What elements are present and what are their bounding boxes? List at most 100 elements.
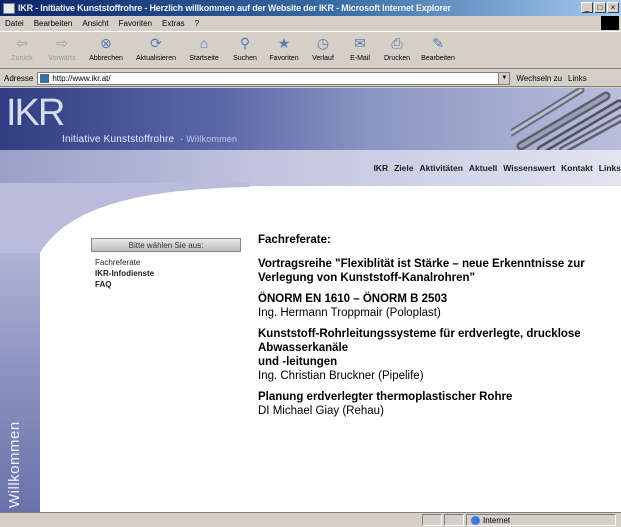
site-logo[interactable]: IKR (6, 92, 65, 135)
menu-ansicht[interactable]: Ansicht (77, 19, 113, 28)
vertical-heading-text: Willkommen (6, 421, 23, 508)
tagline-text: Initiative Kunststoffrohre (62, 134, 175, 145)
history-icon: ◷ (316, 34, 330, 51)
selection-menu-items: Fachreferate IKR-Infodienste FAQ (91, 252, 241, 290)
top-navigation: IKR Ziele Aktivitäten Aktuell Wissenswer… (373, 163, 621, 173)
status-bar: Internet (0, 512, 621, 527)
nav-ikr[interactable]: IKR (373, 163, 388, 173)
lecture-speaker: DI Michael Giay (Rehau) (258, 405, 384, 417)
vertical-heading: Willkommen (4, 400, 24, 510)
standard-toolbar: ⇦ Zurück ⇨ Vorwärts ⊗ Abbrechen ⟳ Aktualisieren… (0, 31, 621, 69)
toolbar-button-vorwärts[interactable]: ⇨ Vorwärts (42, 32, 82, 68)
address-label: Adresse (4, 73, 34, 83)
toolbar-button-label: Favoriten (269, 55, 299, 62)
refresh-icon: ⟳ (150, 34, 162, 51)
toolbar-button-label: Zurück (11, 55, 33, 62)
status-cell (444, 514, 464, 526)
toolbar-button-label: Bearbeiten (421, 55, 455, 62)
home-icon: ⌂ (199, 35, 209, 51)
toolbar-button-label: E-Mail (350, 55, 370, 62)
menu-extras[interactable]: Extras (157, 19, 190, 28)
lecture-block: Kunststoff-Rohrleitungssysteme für erdve… (258, 327, 618, 383)
selection-menu-item[interactable]: IKR-Infodienste (91, 268, 241, 279)
lecture-title: Planung erdverlegter thermoplastischer R… (258, 391, 513, 403)
status-cell (422, 514, 442, 526)
nav-aktuell[interactable]: Aktuell (469, 163, 497, 173)
toolbar-button-bearbeiten[interactable]: ✎ Bearbeiten (416, 32, 460, 68)
site-banner: IKR Initiative Kunststoffrohre - Willkomm… (0, 88, 621, 150)
lecture-title: ÖNORM EN 1610 – ÖNORM B 2503 (258, 293, 448, 305)
toolbar-button-label: Aktualisieren (135, 55, 177, 62)
search-icon: ⚲ (239, 34, 251, 51)
nav-kontakt[interactable]: Kontakt (561, 163, 593, 173)
lecture-speaker: Ing. Hermann Troppmair (Poloplast) (258, 307, 441, 319)
toolbar-button-aktualisieren[interactable]: ⟳ Aktualisieren (130, 32, 182, 68)
ie-page-icon (3, 2, 15, 14)
lecture-title: Kunststoff-Rohrleitungssysteme für erdve… (258, 328, 581, 354)
windows-logo-icon (601, 16, 619, 30)
window-title: IKR - Initiative Kunststoffrohre - Herzl… (18, 3, 451, 13)
maximize-button[interactable]: □ (594, 2, 606, 13)
address-dropdown-icon[interactable]: ▼ (498, 72, 510, 84)
address-url: http://www.ikr.at/ (52, 73, 111, 83)
toolbar-button-zurück[interactable]: ⇦ Zurück (2, 32, 42, 68)
toolbar-button-label: Abbrechen (89, 55, 123, 62)
go-button[interactable]: Wechseln zu (510, 74, 562, 83)
pipes-image (511, 88, 621, 150)
nav-ziele[interactable]: Ziele (394, 163, 413, 173)
address-input[interactable]: http://www.ikr.at/ ▼ (37, 71, 511, 85)
toolbar-button-e-mail[interactable]: ✉ E-Mail (342, 32, 378, 68)
page-icon (40, 73, 50, 83)
menu-favoriten[interactable]: Favoriten (114, 19, 157, 28)
toolbar-button-abbrechen[interactable]: ⊗ Abbrechen (82, 32, 130, 68)
main-content: Fachreferate: Vortragsreihe "Flexiblität… (258, 234, 618, 425)
web-page: IKR Initiative Kunststoffrohre - Willkomm… (0, 88, 621, 512)
edit-icon: ✎ (432, 34, 444, 51)
lecture-title-cont: und -leitungen (258, 356, 338, 368)
mail-icon: ✉ (354, 34, 366, 51)
security-zone: Internet (466, 514, 616, 526)
lecture-speaker: Ing. Christian Bruckner (Pipelife) (258, 370, 424, 382)
toolbar-button-startseite[interactable]: ⌂ Startseite (182, 32, 226, 68)
selection-menu-item[interactable]: FAQ (91, 279, 241, 290)
content-heading: Fachreferate: (258, 234, 331, 246)
close-button[interactable]: × (607, 2, 619, 13)
lecture-block: Planung erdverlegter thermoplastischer R… (258, 390, 618, 418)
toolbar-button-label: Vorwärts (48, 55, 76, 62)
site-tagline: Initiative Kunststoffrohre - Willkommen (62, 134, 237, 145)
links-button[interactable]: Links (562, 74, 587, 83)
menu-bar: Datei Bearbeiten Ansicht Favoriten Extra… (0, 16, 621, 31)
toolbar-button-drucken[interactable]: ⎙ Drucken (378, 32, 416, 68)
toolbar-button-suchen[interactable]: ⚲ Suchen (226, 32, 264, 68)
menu-help[interactable]: ? (190, 19, 204, 28)
minimize-button[interactable]: _ (581, 2, 593, 13)
toolbar-button-label: Suchen (233, 55, 257, 62)
selection-menu: Bitte wählen Sie aus: Fachreferate IKR-In… (91, 238, 241, 290)
lecture-title: Vortragsreihe "Flexiblität ist Stärke – … (258, 258, 585, 284)
nav-aktivitaeten[interactable]: Aktivitäten (419, 163, 462, 173)
lecture-block: Vortragsreihe "Flexiblität ist Stärke – … (258, 257, 618, 285)
selection-menu-header: Bitte wählen Sie aus: (91, 238, 241, 252)
tagline-sub: - Willkommen (180, 134, 238, 144)
internet-globe-icon (471, 515, 480, 525)
toolbar-button-favoriten[interactable]: ★ Favoriten (264, 32, 304, 68)
back-arrow-icon: ⇦ (16, 34, 28, 51)
forward-arrow-icon: ⇨ (56, 34, 68, 51)
print-icon: ⎙ (391, 34, 403, 51)
lecture-block: ÖNORM EN 1610 – ÖNORM B 2503 Ing. Herman… (258, 292, 618, 320)
toolbar-button-label: Startseite (189, 55, 219, 62)
zone-label: Internet (483, 515, 511, 525)
toolbar-button-label: Drucken (383, 55, 411, 62)
nav-links[interactable]: Links (599, 163, 621, 173)
menu-datei[interactable]: Datei (0, 19, 29, 28)
window-controls: _ □ × (581, 2, 619, 13)
toolbar-button-label: Verlauf (312, 55, 334, 62)
stop-icon: ⊗ (100, 34, 112, 51)
favorites-icon: ★ (277, 34, 291, 51)
toolbar-button-verlauf[interactable]: ◷ Verlauf (304, 32, 342, 68)
title-bar: IKR - Initiative Kunststoffrohre - Herzl… (0, 0, 621, 16)
address-bar: Adresse http://www.ikr.at/ ▼ Wechseln zu… (0, 70, 621, 87)
selection-menu-item[interactable]: Fachreferate (91, 257, 241, 268)
nav-wissenswert[interactable]: Wissenswert (503, 163, 555, 173)
menu-bearbeiten[interactable]: Bearbeiten (29, 19, 78, 28)
